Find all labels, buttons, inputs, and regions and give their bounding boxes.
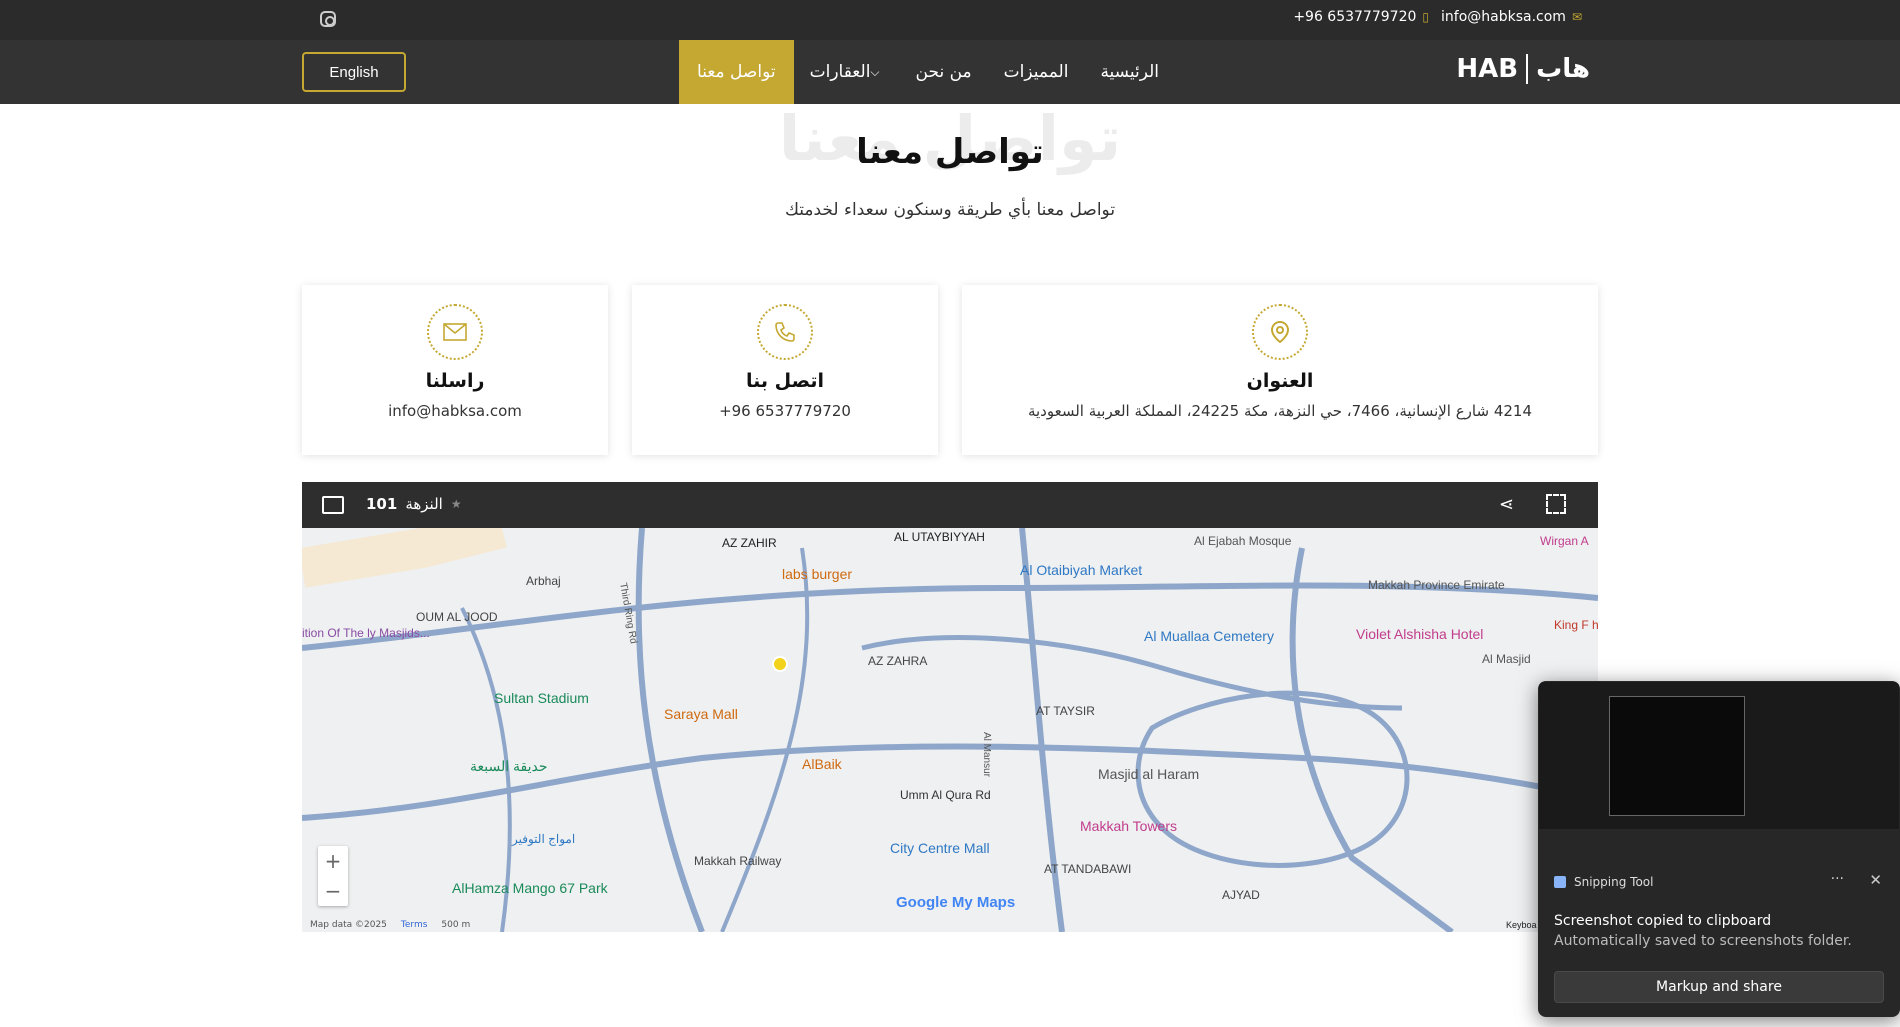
close-icon[interactable]: ✕ xyxy=(1869,871,1882,889)
home-marker-icon[interactable] xyxy=(772,656,788,672)
notification-app: Snipping Tool xyxy=(1554,875,1653,889)
address-card: العنوان 4214 شارع الإنسانية، 7466، حي ال… xyxy=(962,285,1598,455)
address-title: العنوان xyxy=(1246,370,1314,392)
star-icon[interactable]: ★ xyxy=(451,497,462,511)
zoom-out-button[interactable]: − xyxy=(318,876,348,906)
floor-plan-image xyxy=(1609,696,1745,816)
main-nav: HAB هاب الرئيسية المميزات من نحن العقارا… xyxy=(0,40,1900,104)
notification-title: Screenshot copied to clipboard xyxy=(1554,913,1772,929)
notification-body: Automatically saved to screenshots folde… xyxy=(1554,933,1852,949)
chevron-down-icon: ⌵ xyxy=(870,64,880,79)
email-title: راسلنا xyxy=(425,370,485,392)
envelope-icon xyxy=(427,304,483,360)
language-button[interactable]: English xyxy=(302,52,406,92)
phone-value[interactable]: +96 6537779720 xyxy=(632,402,938,420)
nav-item-about[interactable]: من نحن xyxy=(900,40,988,104)
top-contact: +96 6537779720 ▯ info@habksa.com ✉ xyxy=(1293,9,1582,25)
google-logo: Google My Maps xyxy=(896,894,1016,911)
nav-item-contact[interactable]: تواصل معنا xyxy=(679,40,794,104)
markup-share-button[interactable]: Markup and share xyxy=(1554,971,1884,1003)
snipping-tool-icon xyxy=(1554,876,1566,888)
phone-icon xyxy=(757,304,813,360)
address-value: 4214 شارع الإنسانية، 7466، حي النزهة، مك… xyxy=(1027,402,1533,420)
page-title: تواصل معنا xyxy=(856,132,1044,172)
map-place-title: 101 النزهة ★ xyxy=(366,495,462,513)
email-value[interactable]: info@habksa.com xyxy=(302,402,608,420)
zoom-in-button[interactable]: + xyxy=(318,846,348,876)
screenshot-thumbnail[interactable] xyxy=(1539,682,1899,829)
nav-item-home[interactable]: الرئيسية xyxy=(1084,40,1175,104)
site-logo[interactable]: HAB هاب xyxy=(1456,54,1590,84)
phone-icon: ▯ xyxy=(1422,10,1429,24)
nav-item-features[interactable]: المميزات xyxy=(988,40,1085,104)
snipping-tool-notification[interactable]: Snipping Tool ··· ✕ Screenshot copied to… xyxy=(1538,681,1900,1017)
share-icon[interactable]: ⋖ xyxy=(1499,494,1514,515)
embedded-map[interactable]: 101 النزهة ★ ⋖ AZ ZAHIR AL UTAYBIYYAH Al… xyxy=(302,482,1598,932)
fullscreen-icon[interactable] xyxy=(1546,494,1566,514)
map-attribution: Map data ©2025 Terms 500 m xyxy=(310,920,471,930)
nav-item-properties[interactable]: العقارات ⌵ xyxy=(794,40,900,104)
envelope-icon: ✉ xyxy=(1571,10,1582,24)
zoom-control: + − xyxy=(318,846,348,906)
sidebar-toggle-icon[interactable] xyxy=(322,496,344,514)
nav-menu: الرئيسية المميزات من نحن العقارات ⌵ تواصل… xyxy=(679,40,1175,104)
more-options-icon[interactable]: ··· xyxy=(1831,871,1844,887)
phone-card: اتصل بنا +96 6537779720 xyxy=(632,285,938,455)
phone-title: اتصل بنا xyxy=(746,370,824,392)
page-subtitle: تواصل معنا بأي طريقة وسنكون سعداء لخدمتك xyxy=(784,200,1116,220)
map-pin-icon xyxy=(1252,304,1308,360)
top-phone[interactable]: +96 6537779720 ▯ xyxy=(1293,9,1429,25)
top-bar: +96 6537779720 ▯ info@habksa.com ✉ xyxy=(0,0,1900,40)
top-email[interactable]: info@habksa.com ✉ xyxy=(1441,9,1582,25)
terms-link[interactable]: Terms xyxy=(401,920,428,930)
email-card: راسلنا info@habksa.com xyxy=(302,285,608,455)
instagram-icon[interactable] xyxy=(320,11,336,27)
map-header: 101 النزهة ★ ⋖ xyxy=(302,482,1598,528)
